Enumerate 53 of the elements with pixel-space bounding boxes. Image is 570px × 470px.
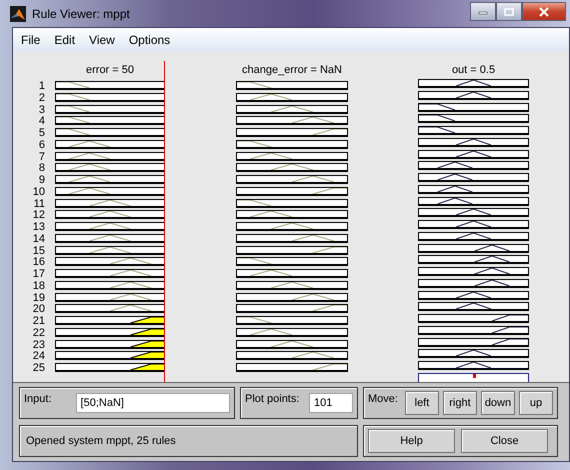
rule-number: 23 bbox=[32, 340, 45, 351]
window-title: Rule Viewer: mppt bbox=[32, 6, 130, 20]
rule-number: 14 bbox=[32, 234, 45, 246]
variable-label: change_error = NaN bbox=[242, 64, 342, 78]
rule-number: 16 bbox=[32, 257, 45, 269]
rule-number: 17 bbox=[32, 269, 45, 281]
input-field[interactable]: [50;NaN] bbox=[76, 393, 230, 413]
rule-number: 2 bbox=[38, 92, 45, 104]
rule-number: 6 bbox=[38, 140, 45, 152]
close-icon bbox=[539, 6, 549, 16]
rule-number: 1 bbox=[38, 81, 45, 93]
dialog-button[interactable]: Close bbox=[461, 429, 548, 453]
rule-number: 13 bbox=[32, 222, 45, 234]
maximize-button[interactable] bbox=[496, 2, 522, 21]
menu-item[interactable]: Options bbox=[128, 33, 170, 47]
input-value-line[interactable] bbox=[164, 61, 165, 382]
variable-label: error = 50 bbox=[86, 64, 134, 78]
rule-number: 20 bbox=[32, 304, 45, 316]
rule-number: 18 bbox=[32, 280, 45, 292]
rule-number: 15 bbox=[32, 246, 45, 257]
rule-number: 22 bbox=[32, 328, 45, 340]
rule-number: 12 bbox=[32, 210, 45, 222]
move-button[interactable]: up bbox=[518, 391, 553, 415]
menu-item[interactable]: File bbox=[21, 33, 40, 47]
rule-number: 4 bbox=[38, 116, 45, 128]
rule-number: 11 bbox=[34, 198, 45, 210]
rule-number: 19 bbox=[32, 292, 45, 304]
menu-item[interactable]: View bbox=[89, 33, 115, 47]
minimize-button[interactable] bbox=[470, 2, 496, 21]
rule-number: 7 bbox=[38, 152, 45, 163]
variable-label: out = 0.5 bbox=[452, 64, 496, 76]
move-button[interactable]: left bbox=[404, 391, 439, 415]
rule-number: 9 bbox=[38, 175, 45, 187]
rule-number: 3 bbox=[38, 104, 45, 116]
rule-number: 8 bbox=[38, 163, 45, 175]
peak-logo-icon bbox=[10, 6, 26, 22]
plot-points-label: Plot points: bbox=[245, 393, 300, 405]
minimize-icon bbox=[478, 8, 488, 14]
rule-number: 10 bbox=[32, 186, 45, 198]
rule-number: 25 bbox=[32, 363, 45, 375]
maximize-icon bbox=[504, 8, 514, 16]
close-button[interactable] bbox=[522, 2, 566, 21]
move-label: Move: bbox=[368, 393, 398, 405]
status-text: Opened system mppt, 25 rules bbox=[25, 435, 176, 447]
rule-number: 21 bbox=[32, 316, 45, 328]
dialog-button[interactable]: Help bbox=[368, 429, 455, 453]
menu-item[interactable]: Edit bbox=[54, 33, 76, 47]
rule-number: 24 bbox=[32, 351, 45, 363]
plot-points-field[interactable]: 101 bbox=[309, 393, 353, 413]
rule-number: 5 bbox=[38, 128, 45, 140]
move-button[interactable]: down bbox=[480, 391, 515, 415]
move-button[interactable]: right bbox=[442, 391, 477, 415]
input-label: Input: bbox=[24, 393, 52, 405]
